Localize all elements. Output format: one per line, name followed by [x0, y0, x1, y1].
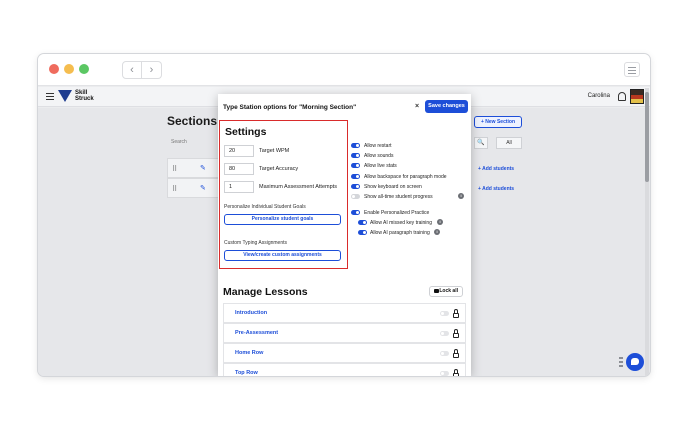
lesson-toggle[interactable]	[440, 351, 449, 356]
option-toggle[interactable]	[351, 183, 360, 189]
lock-icon[interactable]	[453, 309, 459, 318]
page-scrollbar[interactable]	[645, 88, 649, 376]
lesson-row[interactable]: Home Row	[223, 343, 466, 363]
hamburger-menu-icon[interactable]	[46, 93, 54, 100]
page-title: Sections	[167, 114, 218, 128]
lock-icon[interactable]	[453, 349, 459, 358]
type-station-options-modal: Type Station options for "Morning Sectio…	[218, 94, 471, 376]
close-window-button[interactable]	[49, 64, 59, 74]
target-accuracy-label: Target Accuracy	[259, 166, 299, 172]
missed-key-training-label: Allow AI missed key training	[370, 220, 432, 226]
desktop: ‹ › Skill Struck Carolina Sections Searc…	[0, 0, 688, 430]
personalized-practice-label: Enable Personalized Practice	[364, 210, 430, 216]
browser-menu-icon[interactable]	[624, 62, 640, 77]
grid-icon[interactable]	[619, 357, 623, 367]
browser-window: ‹ › Skill Struck Carolina Sections Searc…	[38, 54, 650, 376]
lesson-toggle[interactable]	[440, 371, 449, 376]
close-icon[interactable]: ×	[415, 103, 419, 110]
option-label: Allow backspace for paragraph mode	[364, 173, 447, 180]
option-label: Show keyboard on screen	[364, 183, 422, 190]
lesson-row[interactable]: Pre-Assessment	[223, 323, 466, 343]
max-attempts-input[interactable]: 1	[224, 181, 254, 193]
chat-button[interactable]	[626, 353, 644, 371]
option-toggle[interactable]	[351, 143, 360, 148]
paragraph-training-toggle[interactable]	[358, 230, 367, 235]
search-input[interactable]: Search	[171, 139, 187, 145]
lesson-row[interactable]: Top Row	[223, 363, 466, 376]
forward-button[interactable]: ›	[142, 61, 162, 79]
option-label: Show all-time student progress	[364, 194, 433, 200]
user-name[interactable]: Carolina	[588, 93, 610, 99]
option-toggle[interactable]	[351, 153, 360, 159]
notification-bell-icon[interactable]	[618, 92, 626, 101]
lesson-name[interactable]: Pre-Assessment	[235, 330, 278, 336]
lesson-name[interactable]: Home Row	[235, 350, 263, 356]
option-label: Allow sounds	[364, 153, 394, 160]
avatar[interactable]	[630, 89, 644, 104]
max-attempts-label: Maximum Assessment Attempts	[259, 184, 337, 190]
lesson-name[interactable]: Introduction	[235, 310, 267, 316]
option-toggle[interactable]	[351, 173, 360, 179]
drag-handle-icon[interactable]: ⠿	[172, 165, 177, 173]
lock-icon[interactable]	[453, 369, 459, 376]
browser-titlebar: ‹ ›	[38, 54, 650, 86]
filter-select[interactable]: All	[496, 137, 522, 149]
maximize-window-button[interactable]	[79, 64, 89, 74]
manage-lessons-title: Manage Lessons	[223, 286, 308, 298]
search-icon[interactable]: 🔍	[474, 137, 488, 149]
add-students-button[interactable]: + Add students	[478, 166, 514, 172]
chat-icon	[631, 358, 639, 365]
lesson-toggle[interactable]	[440, 331, 449, 336]
target-wpm-input[interactable]: 20	[224, 145, 254, 157]
lesson-toggle[interactable]	[440, 311, 449, 316]
lock-icon[interactable]	[453, 329, 459, 338]
option-label: Allow restart	[364, 143, 392, 149]
lock-all-button[interactable]: Lock all	[429, 286, 463, 297]
info-icon[interactable]: i	[434, 229, 440, 235]
personalize-goals-button[interactable]: Personalize student goals	[224, 214, 341, 225]
save-changes-button[interactable]: Save changes	[425, 100, 468, 113]
edit-icon[interactable]: ✎	[200, 184, 206, 192]
lock-icon	[434, 289, 439, 293]
info-icon[interactable]: i	[437, 219, 443, 225]
option-toggle[interactable]	[351, 163, 360, 169]
custom-assignments-heading: Custom Typing Assignments	[224, 240, 287, 246]
logo-icon	[58, 90, 72, 102]
option-toggle[interactable]	[351, 194, 360, 199]
lesson-row[interactable]: Introduction	[223, 303, 466, 323]
target-accuracy-input[interactable]: 80	[224, 163, 254, 175]
back-button[interactable]: ‹	[122, 61, 142, 79]
modal-title: Type Station options for "Morning Sectio…	[223, 104, 357, 111]
new-section-button[interactable]: + New Section	[474, 116, 522, 128]
settings-panel: Settings 20 Target WPM 80 Target Accurac…	[219, 120, 348, 269]
lock-all-label: Lock all	[439, 288, 458, 294]
paragraph-training-label: Allow AI paragraph training	[370, 230, 430, 236]
add-students-button[interactable]: + Add students	[478, 186, 514, 192]
custom-assignments-button[interactable]: View/create custom assignments	[224, 250, 341, 261]
info-icon[interactable]: i	[458, 193, 464, 199]
edit-icon[interactable]: ✎	[200, 164, 206, 172]
option-label: Allow live stats	[364, 163, 397, 170]
target-wpm-label: Target WPM	[259, 148, 290, 154]
drag-handle-icon[interactable]: ⠿	[172, 185, 177, 193]
lesson-name[interactable]: Top Row	[235, 370, 258, 376]
missed-key-training-toggle[interactable]	[358, 220, 367, 225]
minimize-window-button[interactable]	[64, 64, 74, 74]
settings-title: Settings	[225, 126, 267, 138]
personalize-heading: Personalize Individual Student Goals	[224, 204, 306, 210]
personalized-practice-toggle[interactable]	[351, 210, 360, 215]
logo-text: Skill Struck	[75, 90, 94, 102]
